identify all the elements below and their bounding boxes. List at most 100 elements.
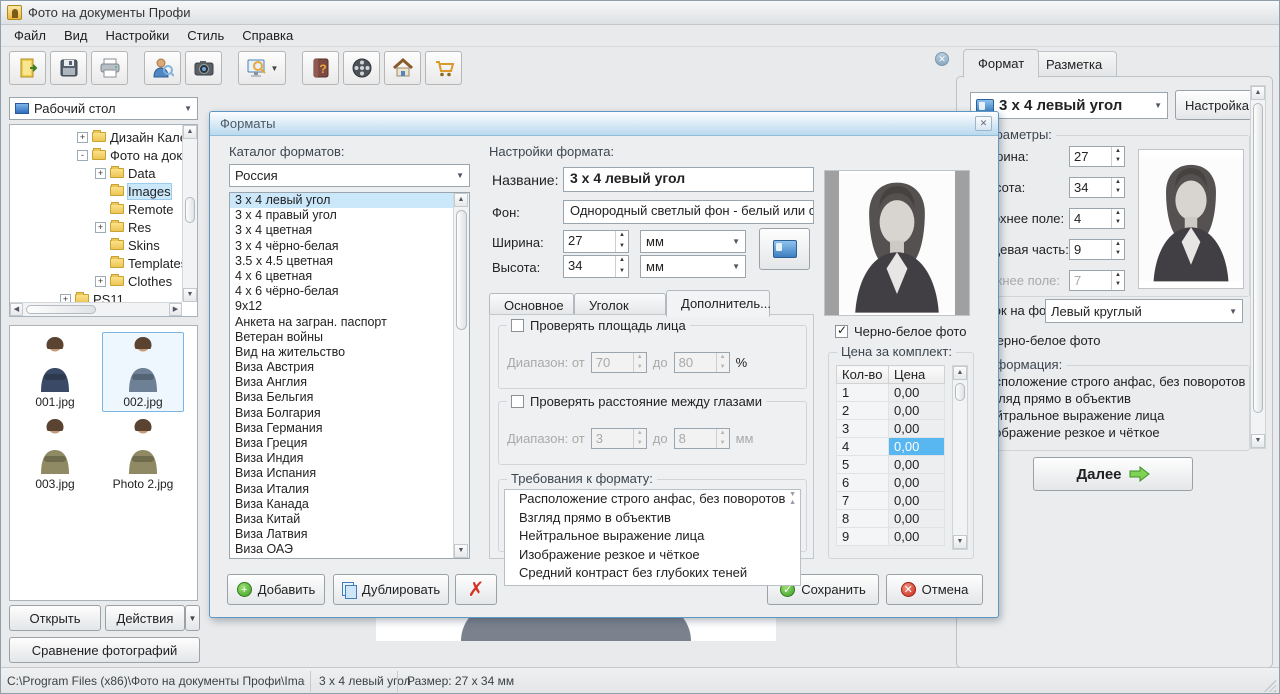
scroll-up-icon[interactable]: ▲	[953, 366, 967, 380]
tab-format[interactable]: Формат	[963, 49, 1039, 78]
format-list-item[interactable]: Виза Австрия	[230, 360, 453, 375]
scroll-down-icon[interactable]: ▼	[953, 535, 967, 549]
parameter-spinner[interactable]: 9 ▲▼	[1069, 239, 1125, 260]
format-list-item[interactable]: Виза Германия	[230, 421, 453, 436]
price-row[interactable]: 8 0,00	[837, 510, 945, 528]
dialog-bw-checkbox[interactable]: Черно-белое фото	[835, 324, 966, 339]
tree-item[interactable]: Images	[10, 182, 197, 200]
format-list-item[interactable]: Виза Греция	[230, 436, 453, 451]
eyes-from-spinner[interactable]: 3▲▼	[591, 428, 647, 449]
width-unit-combobox[interactable]: мм▼	[640, 230, 746, 253]
format-list-item[interactable]: Виза Бельгия	[230, 390, 453, 405]
format-list-item[interactable]: Вид на жительство	[230, 345, 453, 360]
tree-item[interactable]: Res	[10, 218, 197, 236]
format-list-item[interactable]: Виза Испания	[230, 466, 453, 481]
format-list-item[interactable]: 3 х 4 чёрно-белая	[230, 239, 453, 254]
format-list-item[interactable]: Виза Китай	[230, 512, 453, 527]
dialog-tab[interactable]: Дополнитель...	[666, 290, 770, 317]
tree-item[interactable]: Skins	[10, 236, 197, 254]
video-button[interactable]	[343, 51, 380, 85]
parameter-spinner[interactable]: 4 ▲▼	[1069, 208, 1125, 229]
formats-list[interactable]: 3 х 4 левый угол3 х 4 правый угол3 х 4 ц…	[229, 192, 470, 559]
parameter-spinner[interactable]: 27 ▲▼	[1069, 146, 1125, 167]
spinner-arrows-icon[interactable]: ▲▼	[1111, 178, 1124, 197]
menu-item[interactable]: Вид	[55, 26, 97, 45]
country-combobox[interactable]: Россия ▼	[229, 164, 470, 187]
menu-item[interactable]: Настройки	[97, 26, 179, 45]
scroll-down-icon[interactable]: ▼	[454, 544, 468, 558]
tree-item[interactable]: Remote	[10, 200, 197, 218]
height-unit-combobox[interactable]: мм▼	[640, 255, 746, 278]
spinner-arrows-icon[interactable]: ▲▼	[1111, 147, 1124, 166]
format-list-item[interactable]: Виза Канада	[230, 497, 453, 512]
location-combobox[interactable]: Рабочий стол ▼	[9, 97, 198, 120]
format-list-item[interactable]: Ветеран войны	[230, 330, 453, 345]
format-combobox[interactable]: 3 х 4 левый угол ▼	[970, 92, 1168, 119]
format-list-item[interactable]: Виза Англия	[230, 375, 453, 390]
face-to-spinner[interactable]: 80▲▼	[674, 352, 730, 373]
tab-layout[interactable]: Разметка	[1031, 51, 1117, 78]
price-table[interactable]: Кол-во Цена 1 0,00 2 0,00	[836, 365, 945, 546]
format-list-item[interactable]: 3 х 4 цветная	[230, 223, 453, 238]
scroll-up-icon[interactable]: ▲	[454, 193, 468, 207]
scroll-up-icon[interactable]: ▲	[1251, 86, 1265, 100]
home-button[interactable]	[384, 51, 421, 85]
face-area-checkbox[interactable]: Проверять площадь лица	[507, 318, 690, 333]
help-button[interactable]: ?	[302, 51, 339, 85]
toolbar-collapse-icon[interactable]: ✕	[935, 52, 949, 66]
shop-button[interactable]	[425, 51, 462, 85]
panel-vscrollbar[interactable]: ▲ ▼	[1250, 85, 1266, 449]
req-scroll[interactable]: ▲ ▼	[785, 490, 800, 509]
save-button[interactable]	[50, 51, 87, 85]
format-list-item[interactable]: Анкета на загран. паспорт	[230, 315, 453, 330]
tree-item[interactable]: Templates	[10, 254, 197, 272]
preview-button[interactable]: ▼	[238, 51, 286, 85]
price-row[interactable]: 9 0,00	[837, 528, 945, 546]
scroll-left-icon[interactable]: ◀	[10, 303, 23, 316]
swap-size-button[interactable]	[759, 228, 810, 270]
next-button[interactable]: Далее	[1033, 457, 1193, 491]
tree-item[interactable]: Фото на доку	[10, 146, 197, 164]
tree-expander-icon[interactable]	[95, 276, 106, 287]
cancel-button[interactable]: ✕ Отмена	[886, 574, 983, 605]
price-row[interactable]: 5 0,00	[837, 456, 945, 474]
face-from-spinner[interactable]: 70▲▼	[591, 352, 647, 373]
tree-expander-icon[interactable]	[95, 168, 106, 179]
open-button[interactable]: Открыть	[9, 605, 101, 631]
photo-thumbnail[interactable]: Photo 2.jpg	[102, 414, 184, 494]
format-list-item[interactable]: 4 х 6 цветная	[230, 269, 453, 284]
format-list-item[interactable]: 3.5 х 4.5 цветная	[230, 254, 453, 269]
format-list-item[interactable]: 3 х 4 левый угол	[230, 193, 453, 208]
load-photo-button[interactable]	[144, 51, 181, 85]
price-row[interactable]: 2 0,00	[837, 402, 945, 420]
format-settings-button[interactable]: Настройка	[1175, 90, 1259, 120]
width-spinner[interactable]: 27 ▲▼	[563, 230, 629, 253]
price-col-qty[interactable]: Кол-во	[837, 366, 889, 384]
menu-item[interactable]: Файл	[5, 26, 55, 45]
price-row[interactable]: 1 0,00	[837, 384, 945, 402]
scroll-down-icon[interactable]: ▼	[1251, 434, 1265, 448]
parameter-spinner[interactable]: 34 ▲▼	[1069, 177, 1125, 198]
menu-item[interactable]: Стиль	[178, 26, 233, 45]
format-list-item[interactable]: Виза Италия	[230, 482, 453, 497]
spinner-arrows-icon[interactable]: ▲▼	[1111, 271, 1124, 290]
price-row[interactable]: 6 0,00	[837, 474, 945, 492]
spinner-arrows-icon[interactable]: ▲▼	[615, 256, 628, 277]
format-list-item[interactable]: Виза ОАЭ	[230, 542, 453, 557]
list-vscrollbar[interactable]: ▲ ▼	[453, 193, 469, 558]
price-row[interactable]: 7 0,00	[837, 492, 945, 510]
print-button[interactable]	[91, 51, 128, 85]
tree-item[interactable]: Data	[10, 164, 197, 182]
spinner-arrows-icon[interactable]: ▲▼	[1111, 240, 1124, 259]
format-list-item[interactable]: 4 х 6 чёрно-белая	[230, 284, 453, 299]
preview-dropdown-icon[interactable]: ▼	[271, 64, 279, 73]
duplicate-format-button[interactable]: Дублировать	[333, 574, 449, 605]
price-vscrollbar[interactable]: ▲ ▼	[952, 365, 968, 550]
photo-thumbnail[interactable]: 001.jpg	[14, 332, 96, 412]
price-row[interactable]: 4 0,00	[837, 438, 945, 456]
menu-item[interactable]: Справка	[233, 26, 302, 45]
tree-vscrollbar[interactable]: ▲ ▼	[182, 125, 197, 302]
spinner-arrows-icon[interactable]: ▲▼	[615, 231, 628, 252]
price-row[interactable]: 3 0,00	[837, 420, 945, 438]
exit-button[interactable]	[9, 51, 46, 85]
